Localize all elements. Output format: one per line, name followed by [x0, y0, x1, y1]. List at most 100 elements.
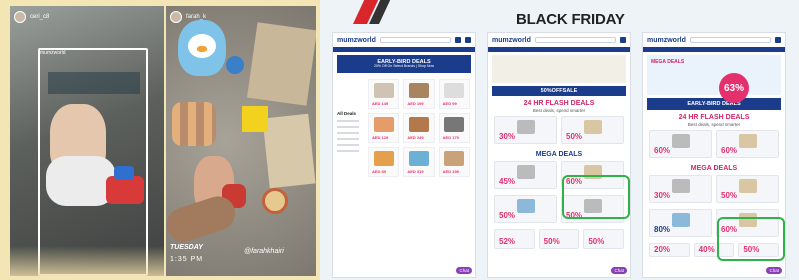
hero-banner[interactable] — [492, 55, 626, 83]
site-nav[interactable] — [643, 47, 785, 52]
product-image — [583, 120, 602, 134]
sale-banner[interactable]: 50%OFFSALE — [492, 86, 626, 96]
hero-banner[interactable]: MEGA DEALS — [647, 55, 781, 95]
discount-label: 50% — [721, 191, 738, 200]
product-card[interactable]: AED 179 — [438, 113, 470, 143]
deal-card[interactable]: 50% — [716, 175, 779, 203]
product-image — [671, 179, 690, 193]
website-mock-category: mumzworld EARLY-BIRD DEALS 20% Off On Se… — [332, 32, 476, 278]
deal-card[interactable]: 50% — [494, 195, 557, 223]
filter-item[interactable] — [337, 150, 359, 152]
deal-card[interactable]: 30% — [494, 116, 557, 144]
site-header: mumzworld — [333, 33, 475, 47]
product-card[interactable]: AED 129 — [368, 113, 400, 143]
paper-bag-2 — [262, 113, 316, 189]
chat-button[interactable]: Chat — [611, 267, 627, 274]
mega-deals-title: MEGA DEALS — [690, 165, 738, 172]
product-price: AED 159 — [442, 169, 459, 174]
chat-button[interactable]: Chat — [456, 267, 472, 274]
search-input[interactable] — [534, 37, 616, 43]
filter-item[interactable] — [337, 138, 359, 140]
search-input[interactable] — [689, 37, 771, 43]
product-card[interactable]: AED 149 — [368, 79, 400, 109]
site-header: mumzworld — [488, 33, 630, 47]
page-title: BLACK FRIDAY — [516, 11, 625, 28]
site-nav[interactable] — [333, 47, 475, 52]
story-username[interactable]: farah_k — [186, 14, 206, 20]
mention-sticker[interactable]: @farahkhairi — [244, 248, 284, 255]
discount-label: 40% — [698, 245, 715, 254]
product-image — [444, 117, 465, 132]
product-image — [373, 151, 394, 166]
product-card[interactable]: AED 159 — [438, 147, 470, 177]
sidebar-title: All Deals — [337, 111, 357, 116]
repost-frame — [38, 48, 148, 276]
deal-card[interactable]: 30% — [649, 175, 712, 203]
chat-button[interactable]: Chat — [766, 267, 782, 274]
mega-deals-title: MEGA DEALS — [535, 151, 583, 158]
product-card[interactable]: AED 89 — [368, 147, 400, 177]
bottom-glow — [10, 246, 164, 276]
product-price: AED 249 — [407, 135, 424, 140]
filter-item[interactable] — [337, 132, 359, 134]
product-image — [516, 165, 535, 179]
site-header: mumzworld — [643, 33, 785, 47]
product-image — [373, 117, 394, 132]
flash-deals-row: 30% 50% — [488, 113, 630, 147]
deal-card[interactable]: 50% — [583, 229, 625, 249]
promo-banner[interactable]: EARLY-BIRD DEALS — [647, 98, 781, 110]
site-logo[interactable]: mumzworld — [492, 37, 531, 44]
instagram-story-photo-2: farah_k TUESDAY 1:35 PM @farahkhairi — [166, 6, 316, 276]
deal-card[interactable]: 20% — [649, 243, 690, 257]
story-username[interactable]: ceri_c8 — [30, 14, 49, 20]
deal-card[interactable]: 52% — [494, 229, 535, 249]
cart-icon[interactable] — [465, 37, 471, 43]
filter-item[interactable] — [337, 120, 359, 122]
deal-card[interactable]: 60% — [649, 130, 712, 158]
discount-label: 50% — [588, 237, 605, 246]
deal-card[interactable]: 45% — [494, 161, 557, 189]
promo-banner[interactable]: EARLY-BIRD DEALS 20% Off On Select Brand… — [337, 55, 471, 73]
search-input[interactable] — [379, 37, 451, 43]
site-nav[interactable] — [488, 47, 630, 52]
filter-item[interactable] — [337, 126, 359, 128]
product-price: AED 199 — [407, 101, 424, 106]
website-mock-deals: mumzworld 50%OFFSALE 24 HR FLASH DEALS B… — [487, 32, 631, 278]
discount-label: 45% — [499, 177, 516, 186]
website-mock-mega: mumzworld MEGA DEALS 63% EARLY-BIRD DEAL… — [642, 32, 786, 278]
product-card[interactable]: AED 249 — [403, 113, 435, 143]
avatar[interactable] — [14, 11, 26, 23]
product-image — [738, 179, 757, 193]
product-image — [444, 151, 465, 166]
search-icon[interactable] — [455, 37, 461, 43]
flash-deals-title: 24 HR FLASH DEALS — [523, 100, 595, 107]
product-price: AED 129 — [372, 135, 389, 140]
black-friday-website-mockups: BLACK FRIDAY mumzworld EARLY-BIRD DEALS … — [320, 0, 799, 280]
deal-card[interactable]: 50% — [538, 229, 580, 249]
deal-card[interactable]: 50% — [561, 116, 624, 144]
collage: ceri_c8 mumzworld farah_k TUESDAY 1:35 P… — [0, 0, 799, 280]
avatar[interactable] — [170, 11, 182, 23]
product-image — [373, 83, 394, 98]
day-sticker: TUESDAY — [170, 244, 203, 251]
wooden-stacker — [172, 102, 216, 146]
ring-toy — [262, 188, 288, 214]
site-logo[interactable]: mumzworld — [337, 37, 376, 44]
product-card[interactable]: AED 319 — [403, 147, 435, 177]
deal-card[interactable]: 80% — [649, 209, 712, 237]
story-header: ceri_c8 — [14, 11, 49, 23]
product-card[interactable]: AED 99 — [438, 79, 470, 109]
product-card[interactable]: AED 199 — [403, 79, 435, 109]
site-logo[interactable]: mumzworld — [647, 37, 686, 44]
discount-label: 52% — [499, 237, 516, 246]
search-icon[interactable] — [620, 37, 626, 43]
mega-deals-row-1: 30% 50% — [643, 172, 785, 206]
discount-label: 60% — [654, 146, 671, 155]
discount-label: 50% — [499, 211, 516, 220]
flash-deals-row: 60% 60% — [643, 127, 785, 161]
search-icon[interactable] — [775, 37, 781, 43]
yellow-block — [242, 106, 268, 132]
filter-item[interactable] — [337, 144, 359, 146]
brand-tag: mumzworld — [40, 50, 66, 56]
deal-card[interactable]: 60% — [716, 130, 779, 158]
